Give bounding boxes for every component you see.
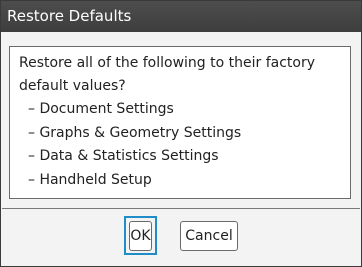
- message-line-2: default values?: [19, 78, 126, 94]
- settings-list: – Document Settings – Graphs & Geometry …: [19, 98, 350, 192]
- dialog-title: Restore Defaults: [1, 1, 361, 32]
- restore-defaults-dialog: Restore Defaults Restore all of the foll…: [0, 0, 362, 267]
- list-item-graphs-geometry-settings: – Graphs & Geometry Settings: [28, 124, 242, 141]
- message-line-1: Restore all of the following to their fa…: [19, 55, 316, 71]
- list-item-handheld-setup: – Handheld Setup: [28, 171, 152, 188]
- list-item-data-statistics-settings: – Data & Statistics Settings: [28, 148, 219, 164]
- message-box: Restore all of the following to their fa…: [9, 46, 351, 199]
- cancel-button[interactable]: Cancel: [180, 221, 238, 251]
- button-separator: [2, 208, 360, 209]
- list-item-document-settings: – Document Settings: [28, 101, 174, 117]
- ok-button[interactable]: OK: [129, 221, 152, 251]
